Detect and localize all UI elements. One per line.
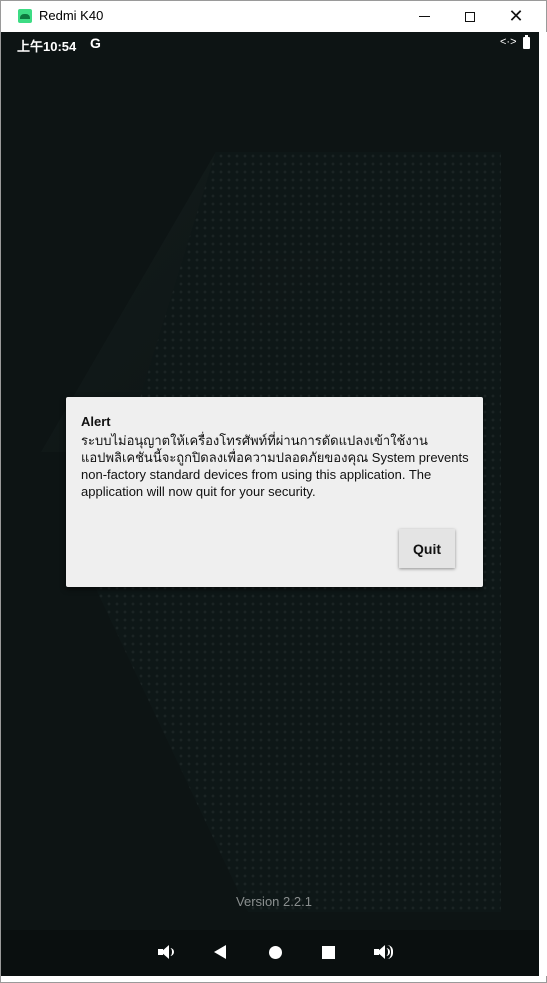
status-time: 上午10:54 (17, 39, 77, 54)
alert-dialog: Alert ระบบไม่อนุญาตให้เครื่องโทรศัพท์ที่… (66, 397, 483, 587)
volume-down-icon[interactable] (155, 940, 179, 964)
google-icon: G (90, 35, 101, 51)
data-transfer-icon: <·> (500, 36, 517, 48)
dialog-title: Alert (81, 414, 111, 429)
close-icon: ✕ (508, 6, 524, 26)
back-icon[interactable] (208, 940, 232, 964)
android-app-icon (18, 9, 32, 23)
quit-button[interactable]: Quit (399, 529, 455, 568)
recents-icon[interactable] (316, 940, 340, 964)
status-bar: 上午10:54 G <·> (1, 32, 539, 56)
maximize-button[interactable] (447, 1, 493, 32)
window-titlebar[interactable]: Redmi K40 ✕ (1, 1, 546, 32)
emulator-window: Redmi K40 ✕ 上午10:54 G <·> Alert ระบบไม่อ… (0, 0, 547, 983)
version-label: Version 2.2.1 (236, 894, 312, 909)
window-right-edge (539, 32, 547, 976)
minimize-button[interactable] (401, 1, 447, 32)
maximize-icon (465, 11, 475, 22)
dialog-message: ระบบไม่อนุญาตให้เครื่องโทรศัพท์ที่ผ่านกา… (81, 433, 469, 499)
close-button[interactable]: ✕ (493, 1, 539, 32)
window-title: Redmi K40 (39, 8, 104, 23)
phone-screen: 上午10:54 G <·> Alert ระบบไม่อนุญาตให้เครื… (1, 32, 539, 976)
volume-up-icon[interactable] (371, 940, 395, 964)
home-icon[interactable] (263, 940, 287, 964)
battery-icon (523, 35, 530, 49)
navigation-bar (1, 930, 539, 976)
minimize-icon (418, 16, 430, 17)
